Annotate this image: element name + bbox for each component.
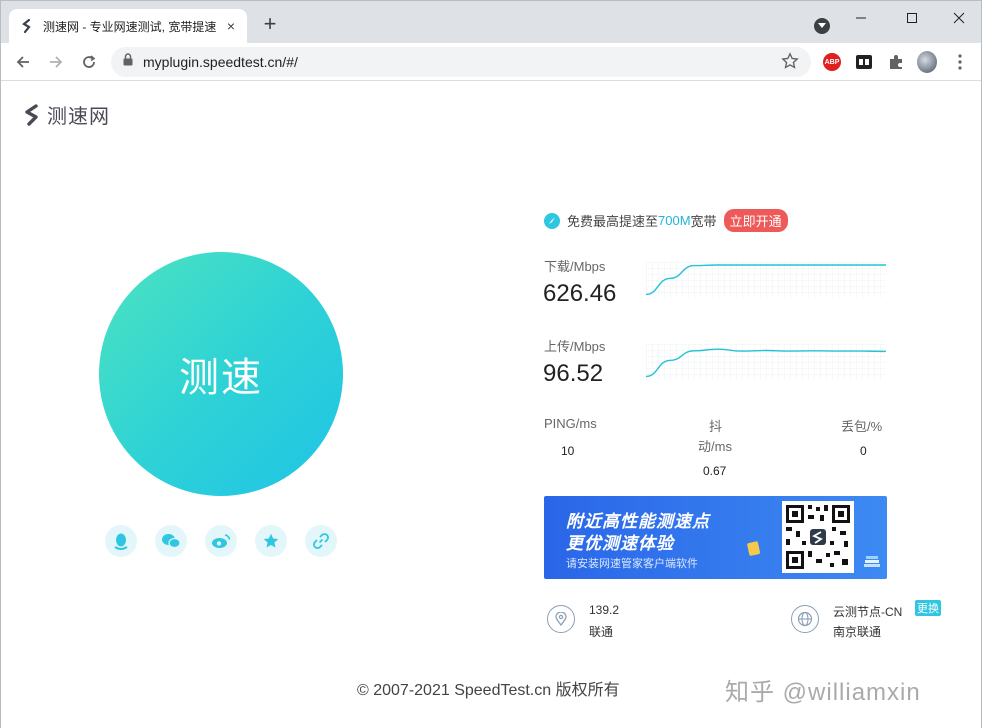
lock-icon <box>123 53 133 71</box>
avatar-image <box>917 51 937 73</box>
site-logo[interactable]: 测速网 <box>21 100 110 129</box>
reload-button[interactable] <box>77 50 101 74</box>
back-arrow-icon <box>16 56 29 68</box>
loss-label: 丢包/% <box>841 419 883 434</box>
zhihu-watermark: 知乎 @williamxin <box>725 679 921 706</box>
ping-label: PING/ms <box>544 416 597 431</box>
browser-window: 测速网 - 专业网速测试, 宽带提速 × + myplugin.speedtes… <box>0 0 982 728</box>
share-qq-button[interactable] <box>105 525 137 557</box>
client-download-banner[interactable]: 附近高性能测速点 更优测速体验 请安装网速管家客户端软件 <box>544 496 887 579</box>
client-ip: 139.2 <box>589 603 620 617</box>
tab-strip: 测速网 - 专业网速测试, 宽带提速 × + <box>1 1 981 43</box>
reload-icon <box>83 55 96 68</box>
qq-icon <box>114 533 128 550</box>
client-isp: 联通 <box>589 625 614 639</box>
promo-prefix: 免费最高提速至 <box>567 214 659 229</box>
start-test-label: 测速 <box>179 356 263 400</box>
bookmark-star-icon[interactable] <box>781 52 801 72</box>
book-stack-icon <box>864 556 880 567</box>
abp-label: ABP <box>823 53 841 71</box>
upload-label: 上传/Mbps <box>544 339 606 354</box>
adblock-extension-icon[interactable]: ABP <box>822 52 842 72</box>
loss-value: 0 <box>860 444 867 458</box>
share-weibo-button[interactable] <box>205 525 237 557</box>
extension-icon[interactable] <box>854 52 874 72</box>
tab-close-icon[interactable]: × <box>223 18 239 34</box>
coin-icon <box>747 541 760 556</box>
change-node-button[interactable]: 更换 <box>915 600 941 616</box>
node-location: 南京联通 <box>833 625 882 639</box>
ping-value: 10 <box>561 444 575 458</box>
jitter-label-line2: 动/ms <box>698 439 732 454</box>
start-test-button[interactable]: 测速 <box>99 252 343 496</box>
page-content: 测速网 测速 免费最高提速至 700M 宽带 立即开通 下载/Mbps 626.… <box>1 82 981 728</box>
tab-search-icon[interactable] <box>814 18 830 34</box>
download-label: 下载/Mbps <box>544 259 606 274</box>
tab-speedtest[interactable]: 测速网 - 专业网速测试, 宽带提速 × <box>9 9 247 43</box>
menu-kebab-icon[interactable] <box>950 52 970 72</box>
speedtest-favicon-icon <box>19 18 35 34</box>
weibo-icon <box>212 534 231 548</box>
jitter-value: 0.67 <box>703 464 727 478</box>
share-wechat-button[interactable] <box>155 525 187 557</box>
upload-value: 96.52 <box>543 360 604 387</box>
banner-subtitle: 请安装网速管家客户端软件 <box>566 558 698 570</box>
node-name: 云测节点-CN <box>833 605 903 619</box>
browser-toolbar: myplugin.speedtest.cn/#/ ABP <box>1 43 981 81</box>
puzzle-extensions-icon[interactable] <box>886 52 906 72</box>
profile-avatar[interactable] <box>917 51 937 73</box>
maximize-button[interactable] <box>897 7 927 29</box>
rocket-icon <box>544 212 560 229</box>
new-tab-button[interactable]: + <box>259 13 281 36</box>
forward-button[interactable] <box>44 50 68 74</box>
speedtest-logo-icon <box>25 103 38 126</box>
back-button[interactable] <box>11 50 35 74</box>
address-bar[interactable]: myplugin.speedtest.cn/#/ <box>111 47 811 77</box>
upload-sparkline <box>646 344 886 380</box>
jitter-label-line1: 抖 <box>709 419 723 434</box>
promo-line: 免费最高提速至 700M 宽带 立即开通 <box>544 209 788 232</box>
link-icon <box>313 533 329 549</box>
banner-headline-2: 更优测速体验 <box>566 534 674 553</box>
download-sparkline <box>646 262 886 298</box>
qr-code <box>782 501 854 573</box>
logo-text: 测速网 <box>47 106 110 128</box>
promo-suffix: 宽带 <box>690 214 717 229</box>
forward-arrow-icon <box>50 56 63 68</box>
footer-copyright: © 2007-2021 SpeedTest.cn 版权所有 <box>357 682 620 699</box>
tab-title: 测速网 - 专业网速测试, 宽带提速 <box>43 19 217 34</box>
location-pin-icon <box>547 605 575 633</box>
download-value: 626.46 <box>543 280 617 307</box>
url-text: myplugin.speedtest.cn/#/ <box>143 54 298 70</box>
close-window-button[interactable] <box>944 7 974 29</box>
minimize-button[interactable] <box>846 7 876 29</box>
star-icon <box>263 533 279 548</box>
globe-icon <box>791 605 819 633</box>
share-link-button[interactable] <box>305 525 337 557</box>
wechat-icon <box>162 534 181 549</box>
promo-highlight: 700M <box>658 213 691 228</box>
share-favorite-button[interactable] <box>255 525 287 557</box>
promo-open-button[interactable]: 立即开通 <box>723 209 788 232</box>
